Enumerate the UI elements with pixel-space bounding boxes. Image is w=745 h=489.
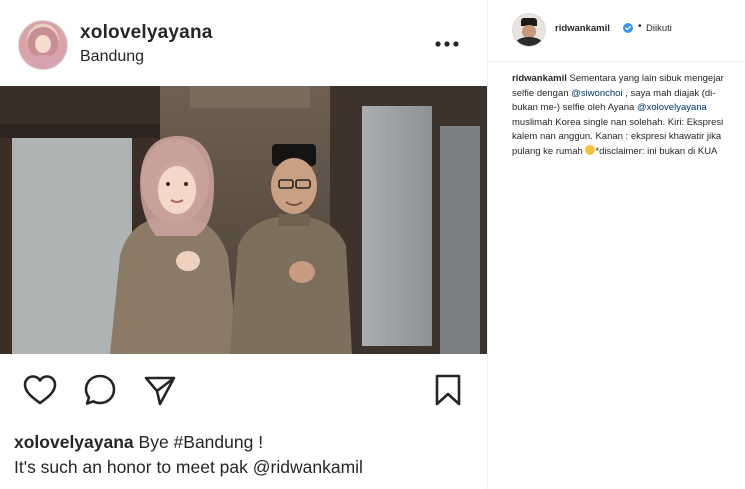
caption-text-1: Bye bbox=[133, 432, 174, 452]
embedded-caption: xolovelyayana Bye #Bandung ! It's such a… bbox=[14, 430, 484, 480]
following-button[interactable]: Diikuti bbox=[646, 23, 672, 34]
embedded-action-bar bbox=[0, 354, 487, 424]
caption-hashtag: #Bandung bbox=[173, 432, 254, 452]
post-author-header: ridwankamil • Diikuti bbox=[488, 0, 745, 62]
mention-xolovelyayana[interactable]: @xolovelyayana bbox=[637, 102, 707, 113]
caption-mention: @ridwankamil bbox=[252, 457, 363, 477]
caption-text-1-end: ! bbox=[253, 432, 264, 452]
bookmark-icon bbox=[435, 374, 461, 406]
post-image[interactable]: xolovelyayana Bandung xolovelyayana Bye … bbox=[0, 0, 487, 489]
author-caption: ridwankamil Sementara yang lain sibuk me… bbox=[512, 72, 736, 160]
caption-author-username[interactable]: ridwankamil bbox=[512, 73, 567, 84]
embedded-username: xolovelyayana bbox=[80, 22, 213, 43]
embedded-photo bbox=[0, 86, 487, 354]
photo-illustration bbox=[0, 86, 487, 354]
embedded-avatar bbox=[18, 20, 68, 70]
verified-badge-icon bbox=[623, 23, 633, 33]
comment-icon bbox=[84, 374, 116, 405]
heart-icon bbox=[23, 375, 57, 405]
post-side-panel: ridwankamil • Diikuti ridwankamil Sement… bbox=[487, 0, 745, 489]
send-icon bbox=[144, 376, 176, 406]
caption-part-4: *disclaimer: ini bukan di KUA bbox=[595, 145, 718, 157]
embedded-location: Bandung bbox=[80, 48, 145, 65]
grimacing-emoji-icon bbox=[585, 144, 596, 155]
author-avatar[interactable] bbox=[512, 13, 546, 47]
caption-username: xolovelyayana bbox=[14, 432, 134, 452]
author-username[interactable]: ridwankamil bbox=[555, 23, 610, 34]
embedded-post-header: xolovelyayana Bandung bbox=[0, 0, 487, 86]
caption-text-2: It's such an honor to meet pak bbox=[14, 457, 253, 477]
separator-dot: • bbox=[638, 21, 642, 32]
instagram-post-page: xolovelyayana Bandung xolovelyayana Bye … bbox=[0, 0, 745, 489]
mention-siwonchoi[interactable]: @siwonchoi bbox=[571, 88, 622, 99]
more-horizontal-icon bbox=[435, 41, 459, 47]
